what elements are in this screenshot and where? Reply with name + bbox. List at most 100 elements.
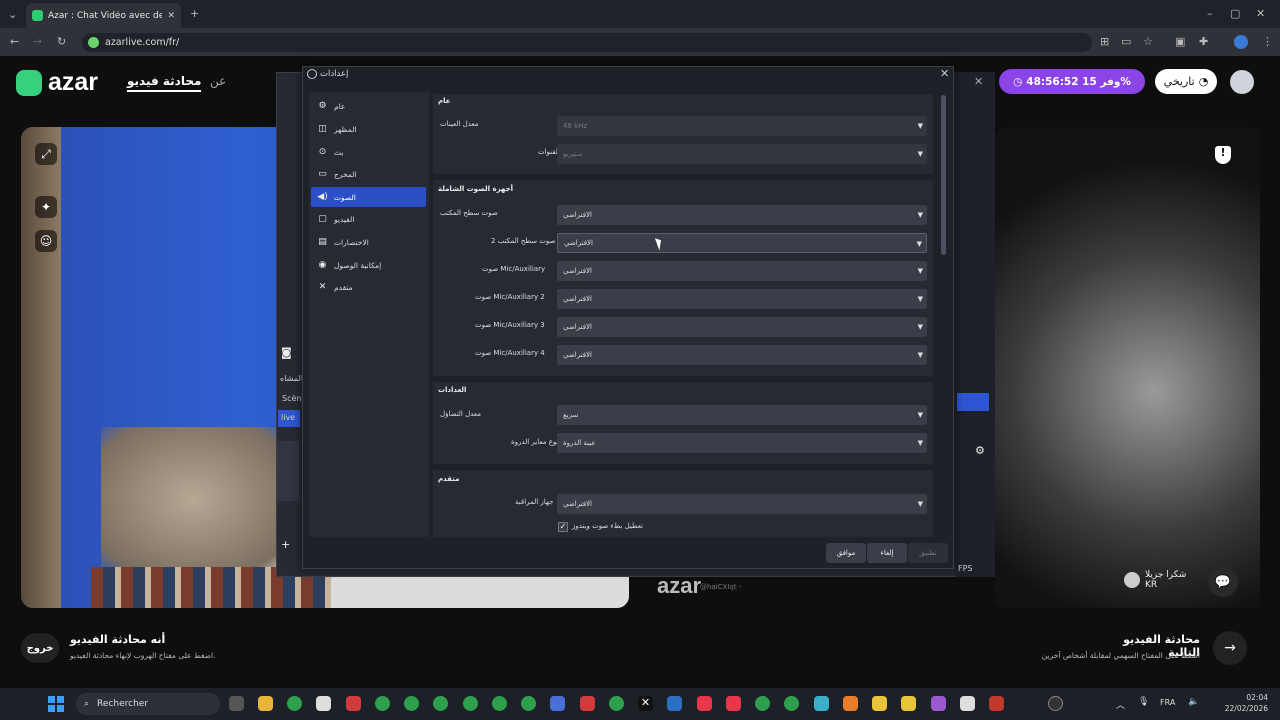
app-red-icon[interactable] [346,696,361,711]
nav-video-chat[interactable]: محادثة فيديو [127,74,202,92]
browser-tab[interactable]: Azar : Chat Vidéo avec de i ✕ [26,3,181,28]
channels-select[interactable]: ستيريو ▼ [557,144,927,164]
sidebar-item-accessibility[interactable]: ◉ إمكانية الوصول [311,255,426,275]
app-active-icon[interactable] [989,696,1004,711]
obs-add-icon[interactable]: + [281,538,290,551]
app-yellow-icon[interactable] [872,696,887,711]
monitor-device-select[interactable]: الافتراضي ▼ [557,494,927,514]
new-tab-icon[interactable]: + [190,7,199,20]
history-button[interactable]: تاريخي ◔ [1155,69,1217,94]
mic-aux-3-select[interactable]: الافتراضي ▼ [557,317,927,337]
app-p-icon[interactable] [667,696,682,711]
promo-badge[interactable]: ◷ 48:56:52 وفر 15% [999,69,1145,94]
cast-icon[interactable]: ▭ [1121,35,1131,48]
obs-selected-item[interactable] [957,393,989,411]
obs-close-icon[interactable]: ✕ [974,75,983,88]
mic-aux-4-select[interactable]: الافتراضي ▼ [557,345,927,365]
face-filter-icon[interactable]: ☺ [35,230,57,252]
sidebar-item-advanced[interactable]: ✕ متقدم [311,277,426,297]
sidebar-item-hotkeys[interactable]: ▤ الاختصارات [311,232,426,252]
chrome-profile-8-icon[interactable] [755,696,770,711]
decay-rate-select[interactable]: سريع ▼ [557,405,927,425]
forward-icon[interactable]: → [33,35,42,48]
obs-taskbar-icon[interactable] [1048,696,1063,711]
profile-avatar[interactable] [1234,35,1248,49]
volume-icon[interactable]: 🔈 [1188,697,1199,707]
app-purple-icon[interactable] [931,696,946,711]
obs-live-item[interactable]: live [278,410,300,427]
more-menu-icon[interactable]: ⋮ [1262,35,1273,48]
chrome-profile-3-icon[interactable] [433,696,448,711]
chrome-profile-2-icon[interactable] [404,696,419,711]
expand-icon[interactable]: ⤢ [35,143,57,165]
app-d2-icon[interactable] [726,696,741,711]
app-orange-icon[interactable] [843,696,858,711]
taskbar-clock[interactable]: 02:04 22/02/2026 [1212,692,1268,714]
taskbar-search[interactable]: ⌕ Rechercher [76,693,220,715]
shield-report-icon[interactable]: ! [1215,146,1231,164]
sidebar-item-output[interactable]: ▭ المخرج [311,164,426,184]
app-blue-icon[interactable] [550,696,565,711]
chat-bubble-icon[interactable]: 💬 [1208,567,1238,597]
store-icon[interactable] [316,696,331,711]
maximize-icon[interactable]: ▢ [1230,7,1240,20]
sidebar-item-stream[interactable]: ⊙ بث [311,142,426,162]
app-teal-icon[interactable] [814,696,829,711]
chrome-profile-9-icon[interactable] [784,696,799,711]
peak-meter-select[interactable]: عينة الذروة ▼ [557,433,927,453]
site-info-icon[interactable] [88,37,99,48]
obs-camera-icon[interactable]: ◙ [281,346,292,359]
exit-button[interactable]: خروج [21,633,59,663]
chrome-icon[interactable] [287,696,302,711]
bookmark-star-icon[interactable]: ☆ [1143,35,1153,48]
sample-rate-select[interactable]: 48 kHz ▼ [557,116,927,136]
ducking-checkbox[interactable]: ✓ [558,522,568,532]
settings-scrollbar[interactable] [941,95,946,255]
azar-logo[interactable]: azar [16,68,98,97]
ok-button[interactable]: موافق [826,543,866,563]
desktop-audio-select[interactable]: الافتراضي ▼ [557,205,927,225]
app-white-icon[interactable] [960,696,975,711]
minimize-icon[interactable]: – [1207,7,1213,20]
windows-start-icon[interactable] [48,696,64,712]
apply-button[interactable]: تطبيق [908,543,948,563]
chrome-profile-4-icon[interactable] [463,696,478,711]
puzzle-icon[interactable]: ✚ [1199,35,1208,48]
input-language[interactable]: FRA [1160,698,1175,707]
sidebar-item-general[interactable]: ⚙ عام [311,96,426,116]
app-yellow-2-icon[interactable] [901,696,916,711]
remote-user-info[interactable]: شكرا جزيلا KR [1124,570,1186,590]
file-explorer-icon[interactable] [258,696,273,711]
chrome-profile-1-icon[interactable] [375,696,390,711]
tab-search-icon[interactable]: ⌄ [8,8,17,21]
translate-icon[interactable]: ⊞ [1100,35,1109,48]
obs-scene-item[interactable]: Scèn [282,394,301,403]
tray-chevron-icon[interactable]: ︿ [1116,698,1125,711]
x-app-icon[interactable]: ✕ [638,696,653,711]
sidebar-item-audio[interactable]: ◀) الصوت [311,187,426,207]
sidebar-item-appearance[interactable]: ◫ المظهر [311,119,426,139]
extension-icon[interactable]: ▣ [1175,35,1185,48]
window-close-icon[interactable]: ✕ [1256,7,1265,20]
next-arrow-icon[interactable]: → [1213,631,1247,665]
chrome-profile-7-icon[interactable] [609,696,624,711]
microphone-icon[interactable]: 🎙 [1138,697,1149,707]
obs-gear-icon[interactable]: ⚙ [975,444,985,457]
chrome-profile-5-icon[interactable] [492,696,507,711]
nav-about[interactable]: عن [210,74,226,88]
user-avatar[interactable] [1230,70,1254,94]
reload-icon[interactable]: ↻ [57,35,66,48]
desktop-audio-2-select[interactable]: الافتراضي ▼ [557,233,927,253]
dialog-close-icon[interactable]: ✕ [940,67,949,80]
magic-wand-icon[interactable]: ✦ [35,196,57,218]
app-d-icon[interactable] [697,696,712,711]
sidebar-item-video[interactable]: ▢ الفيديو [311,209,426,229]
app-red-2-icon[interactable] [580,696,595,711]
tab-close-icon[interactable]: ✕ [167,11,175,21]
address-bar[interactable]: azarlive.com/fr/ [82,33,1092,52]
mic-aux-select[interactable]: الافتراضي ▼ [557,261,927,281]
back-icon[interactable]: ← [10,35,19,48]
task-view-icon[interactable] [229,696,244,711]
chrome-profile-6-icon[interactable] [521,696,536,711]
mic-aux-2-select[interactable]: الافتراضي ▼ [557,289,927,309]
